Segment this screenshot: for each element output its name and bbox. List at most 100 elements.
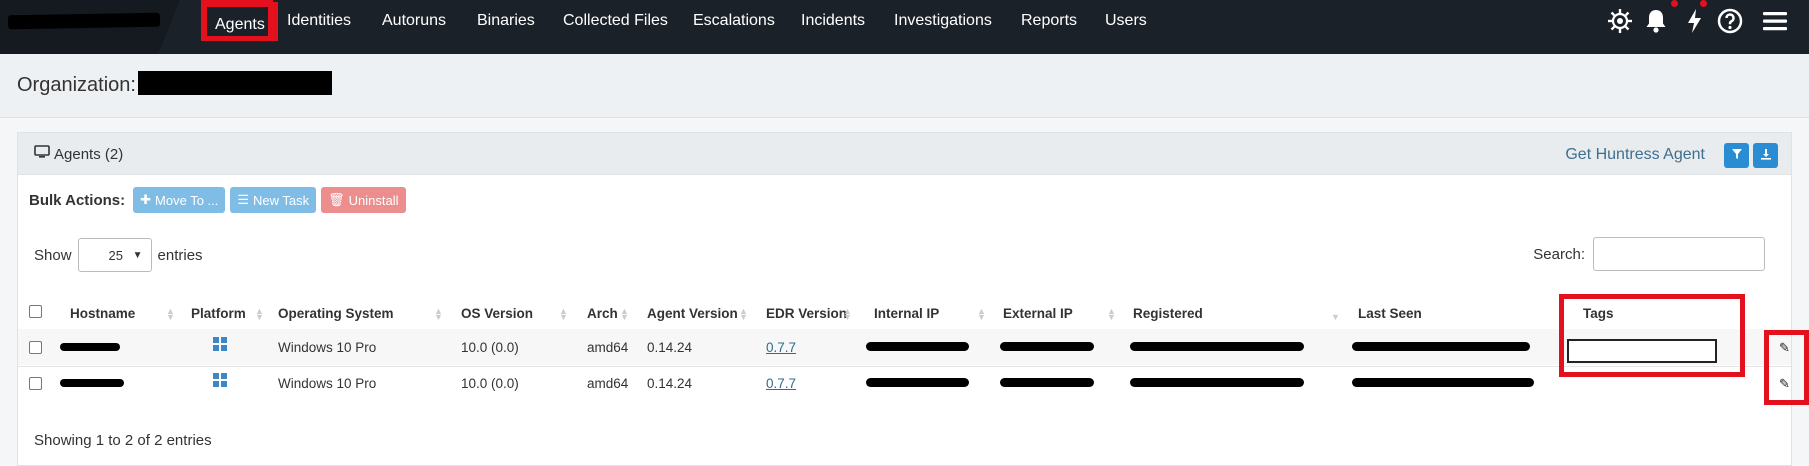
show-label: Show [34, 246, 72, 264]
nav-autoruns[interactable]: Autoruns [382, 0, 446, 42]
pencil-icon[interactable]: ✎ [1779, 376, 1790, 392]
arch-cell: amd64 [587, 376, 629, 391]
bell-icon[interactable] [1641, 6, 1671, 36]
column-internal-ip[interactable]: Internal IP [874, 306, 939, 321]
uninstall-button[interactable]: 🗑 Uninstall [321, 187, 406, 213]
nav-identities[interactable]: Identities [287, 0, 351, 42]
nav-users[interactable]: Users [1105, 0, 1147, 42]
notification-dot [1671, 0, 1678, 7]
nav-escalations[interactable]: Escalations [693, 0, 775, 42]
sort-desc-icon: ▼ [1331, 312, 1340, 322]
sort-icon: ▲ ▼ [559, 306, 568, 322]
hostname-redaction [60, 379, 124, 387]
panel-title-text: Agents (2) [54, 145, 124, 163]
trash-icon: 🗑 [328, 192, 345, 207]
column-platform[interactable]: Platform [191, 306, 246, 321]
organization-label: Organization: [17, 74, 136, 96]
arch-cell: amd64 [587, 340, 629, 355]
sort-icon: ▲ ▼ [1557, 306, 1566, 322]
bolt-icon[interactable] [1679, 6, 1709, 36]
agents-panel: Agents (2) Get Huntress Agent Bulk Actio… [17, 132, 1792, 466]
chevron-down-icon: ▼ [132, 249, 143, 261]
row-checkbox[interactable] [29, 377, 42, 390]
row-checkbox[interactable] [29, 341, 42, 354]
filter-icon [1731, 147, 1743, 165]
new-task-button[interactable]: ☰ New Task [230, 187, 317, 213]
table-info: Showing 1 to 2 of 2 entries [34, 432, 212, 449]
pencil-icon[interactable]: ✎ [1779, 340, 1790, 356]
last-seen-redaction [1352, 378, 1534, 387]
sort-icon: ▲ ▼ [977, 306, 986, 322]
entries-label: entries [157, 246, 203, 264]
sort-icon: ▲ ▼ [739, 306, 748, 322]
column-agent-version[interactable]: Agent Version [647, 306, 738, 321]
nav-reports[interactable]: Reports [1021, 0, 1077, 42]
column-hostname[interactable]: Hostname [70, 306, 135, 321]
agent-version-cell: 0.14.24 [647, 340, 693, 355]
move-to-label: Move To ... [155, 192, 219, 208]
sort-icon: ▲ ▼ [620, 306, 629, 322]
hostname-redaction [60, 343, 120, 351]
column-last-seen[interactable]: Last Seen [1358, 306, 1422, 321]
external-ip-redaction [1000, 342, 1094, 351]
sort-icon: ▲ ▼ [255, 306, 264, 322]
sort-icon: ▲ ▼ [843, 306, 852, 322]
organization-name-redaction [138, 71, 332, 95]
nav-collected-files[interactable]: Collected Files [563, 0, 668, 42]
list-icon: ☰ [237, 192, 250, 207]
sort-icon: ▲ ▼ [166, 306, 175, 322]
page-length-value: 25 [108, 247, 123, 263]
internal-ip-redaction [866, 378, 969, 387]
column-edr-version[interactable]: EDR Version [766, 306, 847, 321]
nav-binaries[interactable]: Binaries [477, 0, 535, 42]
panel-header: Agents (2) Get Huntress Agent [18, 133, 1791, 175]
tags-input[interactable] [1567, 339, 1717, 363]
settings-icon[interactable] [1605, 6, 1635, 36]
bulk-actions: Bulk Actions: ✚ Move To ... ☰ New Task 🗑… [29, 187, 406, 213]
windows-icon [213, 337, 227, 351]
registered-redaction [1130, 378, 1304, 387]
last-seen-redaction [1352, 342, 1530, 351]
page-length-control: Show 25 ▼ entries [34, 238, 203, 272]
select-all-checkbox[interactable] [29, 305, 42, 318]
os-version-cell: 10.0 (0.0) [461, 376, 519, 391]
move-to-button[interactable]: ✚ Move To ... [133, 187, 226, 213]
sort-icon: ▲ ▼ [1107, 306, 1116, 322]
row-divider [18, 366, 1791, 367]
page-length-select[interactable]: 25 ▼ [77, 238, 152, 272]
filter-button[interactable] [1724, 143, 1749, 168]
column-tags[interactable]: Tags [1583, 306, 1614, 321]
column-arch[interactable]: Arch [587, 306, 618, 321]
sort-icon: ▲ ▼ [434, 306, 443, 322]
registered-redaction [1130, 342, 1304, 351]
bulk-actions-label: Bulk Actions: [29, 191, 126, 209]
download-icon [1760, 147, 1772, 165]
column-external-ip[interactable]: External IP [1003, 306, 1073, 321]
internal-ip-redaction [866, 342, 969, 351]
nav-investigations[interactable]: Investigations [894, 0, 992, 42]
edr-version-link[interactable]: 0.7.7 [766, 376, 796, 391]
nav-incidents[interactable]: Incidents [801, 0, 865, 42]
move-icon: ✚ [140, 192, 152, 207]
external-ip-redaction [1000, 378, 1094, 387]
nav-agents[interactable]: Agents [202, 2, 278, 41]
column-operating-system[interactable]: Operating System [278, 306, 394, 321]
menu-icon[interactable] [1760, 6, 1790, 36]
uninstall-label: Uninstall [348, 192, 399, 208]
help-icon[interactable] [1715, 6, 1745, 36]
edr-version-link[interactable]: 0.7.7 [766, 340, 796, 355]
os-cell: Windows 10 Pro [278, 340, 377, 355]
search-input[interactable] [1593, 237, 1765, 271]
column-os-version[interactable]: OS Version [461, 306, 533, 321]
new-task-label: New Task [253, 192, 310, 208]
column-registered[interactable]: Registered [1133, 306, 1203, 321]
logo-redaction [7, 12, 161, 30]
organization-bar: Organization: [0, 54, 1809, 118]
get-huntress-agent-link[interactable]: Get Huntress Agent [1565, 146, 1705, 164]
search-label: Search: [1533, 245, 1585, 263]
os-version-cell: 10.0 (0.0) [461, 340, 519, 355]
os-cell: Windows 10 Pro [278, 376, 377, 391]
download-button[interactable] [1753, 143, 1778, 168]
windows-icon [213, 373, 227, 387]
agent-version-cell: 0.14.24 [647, 376, 693, 391]
